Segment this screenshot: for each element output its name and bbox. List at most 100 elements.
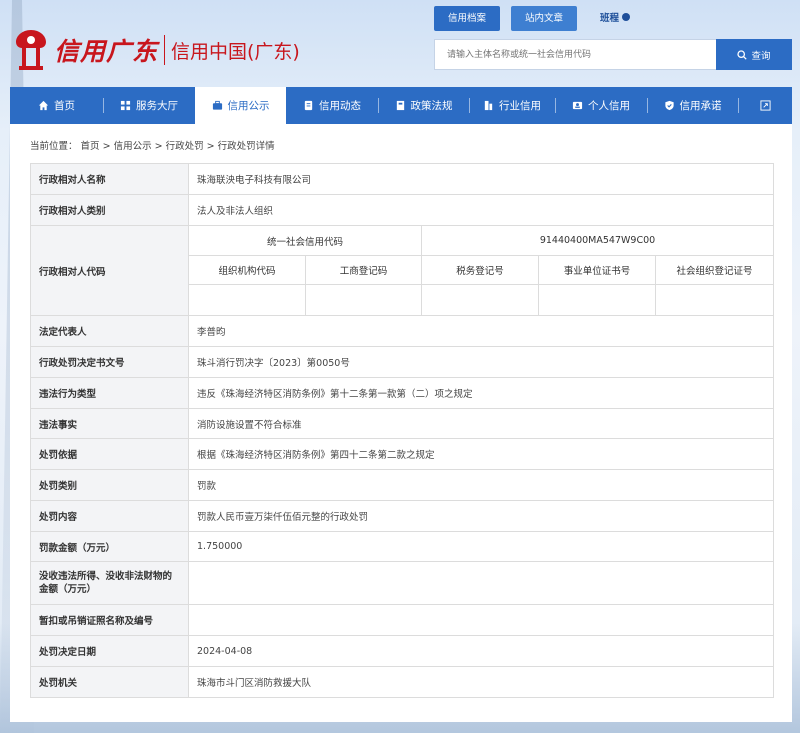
row-label: 法定代表人: [30, 315, 189, 347]
nav-item-policies[interactable]: 政策法规: [378, 87, 469, 124]
top-tab-credit-file[interactable]: 信用档案: [434, 6, 501, 31]
code-col-value: [538, 284, 656, 316]
row-label: 暂扣或吊销证照名称及编号: [30, 604, 189, 636]
row-label: 违法行为类型: [30, 377, 189, 409]
nav-item-credit-commitment[interactable]: 信用承诺: [647, 87, 738, 124]
dot-icon: [622, 13, 631, 21]
breadcrumb-item-home[interactable]: 首页: [81, 141, 100, 152]
code-col-value: [655, 284, 774, 316]
top-link[interactable]: 班程: [600, 10, 631, 24]
nav-label: 政策法规: [410, 100, 453, 112]
code-col-header: 工商登记码: [305, 255, 422, 285]
table-row: 罚款金额（万元） 1.750000: [30, 531, 774, 562]
nav-item-credit-news[interactable]: 信用动态: [286, 87, 378, 124]
grid-icon: [120, 100, 131, 111]
row-value: 根据《珠海经济特区消防条例》第四十二条第二款之规定: [188, 438, 774, 470]
row-value: 珠斗消行罚决字〔2023〕第0050号: [188, 346, 774, 378]
code-col-header: 税务登记号: [421, 255, 539, 285]
book-icon: [396, 100, 404, 111]
building-icon: [484, 100, 493, 111]
top-tab-articles[interactable]: 站内文章: [511, 6, 578, 31]
table-row: 违法行为类型 违反《珠海经济特区消防条例》第十二条第一款第（二）项之规定: [30, 377, 774, 409]
code-col-value: [188, 284, 306, 316]
breadcrumb-prefix: 当前位置：: [30, 141, 78, 152]
nav-label: 信用动态: [319, 100, 361, 112]
row-value: 1.750000: [188, 531, 774, 562]
row-value: 违反《珠海经济特区消防条例》第十二条第一款第（二）项之规定: [188, 377, 774, 409]
row-label: 行政相对人代码: [30, 225, 189, 316]
row-label: 处罚类别: [30, 469, 189, 501]
document-icon: [304, 100, 313, 111]
table-row: 行政相对人名称 珠海联泱电子科技有限公司: [30, 163, 774, 195]
home-icon: [38, 100, 49, 111]
logo-emblem-icon: [12, 28, 50, 72]
table-row: 处罚类别 罚款: [30, 469, 774, 501]
row-value: 2024-04-08: [188, 635, 774, 667]
top-tabs: 信用档案 站内文章: [434, 6, 578, 31]
search-button[interactable]: 查询: [716, 39, 792, 70]
table-row: 处罚机关 珠海市斗门区消防救援大队: [30, 666, 774, 698]
nav-label: 个人信用: [588, 100, 630, 112]
briefcase-icon: [212, 100, 222, 110]
nav-label: 信用公示: [227, 100, 270, 112]
nav-item-personal-credit[interactable]: 个人信用: [555, 87, 647, 124]
nav-item-service-hall[interactable]: 服务大厅: [103, 87, 195, 124]
nav-item-home[interactable]: 首页: [10, 87, 103, 124]
search-bar: 查询: [434, 39, 792, 70]
row-label: 处罚机关: [30, 666, 189, 698]
table-row: 行政相对人类别 法人及非法人组织: [30, 194, 774, 226]
breadcrumb-item-current: 行政处罚详情: [217, 141, 275, 152]
logo-divider: [164, 35, 166, 65]
code-col-value: [305, 284, 422, 316]
breadcrumb-item-credit-publicity[interactable]: 信用公示: [114, 141, 152, 152]
row-label: 违法事实: [30, 408, 189, 439]
breadcrumb-separator: >: [151, 141, 166, 152]
row-label: 没收违法所得、没收非法财物的金额（万元）: [30, 561, 189, 605]
table-row: 行政相对人代码 统一社会信用代码 91440400MA547W9C00: [30, 225, 774, 316]
logo-text: 信用广东: [54, 37, 159, 66]
nav-item-credit-publicity[interactable]: 信用公示: [195, 87, 286, 124]
table-row: 处罚依据 根据《珠海经济特区消防条例》第四十二条第二款之规定: [30, 438, 774, 470]
row-label: 行政处罚决定书文号: [30, 346, 189, 378]
uscc-value: 91440400MA547W9C00: [421, 225, 774, 256]
row-value: [188, 604, 774, 636]
nav-label: 首页: [54, 100, 75, 112]
uscc-label: 统一社会信用代码: [188, 225, 422, 256]
code-col-header: 事业单位证书号: [538, 255, 656, 285]
expand-icon: [759, 100, 771, 111]
nav-label: 行业信用: [499, 100, 541, 112]
site-logo[interactable]: 信用广东 信用中国(广东): [12, 28, 300, 72]
breadcrumb-separator: >: [99, 141, 114, 152]
row-value: [188, 561, 774, 605]
row-value: 法人及非法人组织: [188, 194, 774, 226]
nav-expand-button[interactable]: [738, 87, 792, 124]
search-input[interactable]: [434, 39, 716, 70]
penalty-detail-table: 行政相对人名称 珠海联泱电子科技有限公司 行政相对人类别 法人及非法人组织 行政…: [30, 163, 774, 698]
breadcrumb-separator: >: [203, 141, 218, 152]
table-row: 法定代表人 李普昀: [30, 315, 774, 347]
row-value: 罚款人民币壹万柒仟伍佰元整的行政处罚: [188, 500, 774, 532]
code-col-header: 组织机构代码: [188, 255, 306, 285]
table-row: 没收违法所得、没收非法财物的金额（万元）: [30, 561, 774, 605]
nav-label: 服务大厅: [136, 100, 178, 112]
row-label: 处罚内容: [30, 500, 189, 532]
table-row: 暂扣或吊销证照名称及编号: [30, 604, 774, 636]
row-value: 罚款: [188, 469, 774, 501]
row-label: 处罚依据: [30, 438, 189, 470]
shield-icon: [664, 100, 674, 111]
code-col-header: 社会组织登记证号: [655, 255, 774, 285]
nav-label: 信用承诺: [679, 100, 722, 112]
row-value: 珠海联泱电子科技有限公司: [188, 163, 774, 195]
row-label: 罚款金额（万元）: [30, 531, 189, 562]
table-row: 行政处罚决定书文号 珠斗消行罚决字〔2023〕第0050号: [30, 346, 774, 378]
table-row: 处罚决定日期 2024-04-08: [30, 635, 774, 667]
row-label: 行政相对人名称: [30, 163, 189, 195]
breadcrumb: 当前位置： 首页 > 信用公示 > 行政处罚 > 行政处罚详情: [30, 138, 275, 152]
row-value: 李普昀: [188, 315, 774, 347]
top-link-label: 班程: [600, 13, 620, 24]
nav-item-industry-credit[interactable]: 行业信用: [469, 87, 555, 124]
main-nav: 首页 服务大厅 信用公示 信用动态 政策法规 行业信用 个人信用 信用承诺: [10, 87, 792, 124]
search-icon: [737, 49, 748, 60]
breadcrumb-item-administrative-penalty[interactable]: 行政处罚: [166, 141, 204, 152]
logo-subtitle: 信用中国(广东): [171, 40, 300, 63]
